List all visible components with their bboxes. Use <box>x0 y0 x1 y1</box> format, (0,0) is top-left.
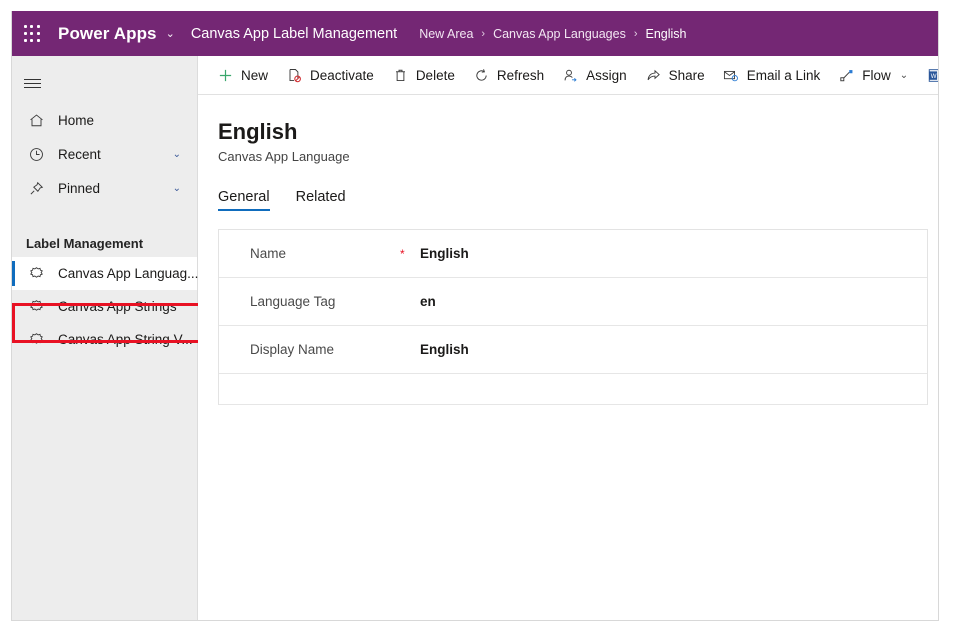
command-label: Deactivate <box>310 67 374 83</box>
field-value[interactable]: English <box>420 246 469 261</box>
email-link-icon <box>723 67 740 84</box>
share-icon <box>645 67 662 84</box>
sidebar-item-home[interactable]: Home <box>12 103 197 137</box>
page-title: English <box>218 119 298 144</box>
field-label: Name <box>250 246 287 262</box>
record-form-area: English Canvas App Language General Rela… <box>198 95 938 620</box>
chevron-right-icon: › <box>633 27 638 40</box>
brand-title: Power Apps <box>58 23 157 43</box>
refresh-button[interactable]: Refresh <box>464 56 553 94</box>
form-row-display-name: Display Name English <box>219 326 927 375</box>
sidebar-group-header: Label Management <box>26 235 144 251</box>
breadcrumb-item-entity[interactable]: Canvas App Languages <box>493 27 626 41</box>
clock-icon <box>26 144 46 164</box>
field-value[interactable]: English <box>420 342 469 357</box>
sidebar-item-label: Canvas App String V... <box>58 332 193 347</box>
sidebar-item-label: Recent <box>58 146 101 162</box>
screenshot-root: Power Apps ⌄ Canvas App Label Management… <box>0 0 953 638</box>
tab-related[interactable]: Related <box>296 189 346 211</box>
trash-icon <box>392 67 409 84</box>
record-entity-subtitle: Canvas App Language <box>218 149 350 165</box>
sidebar-item-label: Pinned <box>58 180 101 196</box>
sidebar-item-canvas-app-strings[interactable]: Canvas App Strings <box>12 290 197 323</box>
refresh-icon <box>473 67 490 84</box>
word-template-icon: W <box>926 67 938 84</box>
sidebar-item-canvas-app-string-values[interactable]: Canvas App String V... <box>12 323 197 356</box>
sidebar: Home Recent ⌄ Pinned ⌄ Label Management … <box>12 56 206 620</box>
sidebar-item-canvas-app-languages[interactable]: Canvas App Languag... <box>12 257 199 290</box>
sidebar-item-label: Canvas App Strings <box>58 299 177 314</box>
field-value[interactable]: en <box>420 294 436 309</box>
plus-icon <box>217 67 234 84</box>
chevron-down-icon[interactable]: ⌄ <box>900 70 908 81</box>
command-label: Share <box>668 67 705 83</box>
command-label: New <box>241 67 269 83</box>
breadcrumb: New Area › Canvas App Languages › Englis… <box>419 27 686 41</box>
word-template-button[interactable]: W <box>917 56 938 94</box>
chevron-down-icon[interactable]: ⌄ <box>166 27 175 40</box>
flow-icon <box>838 67 855 84</box>
form-tabs: General Related <box>218 183 928 212</box>
field-label: Language Tag <box>250 294 336 310</box>
command-label: Delete <box>415 67 455 83</box>
entity-cog-icon <box>26 264 46 284</box>
form-row-language-tag: Language Tag en <box>219 278 927 327</box>
command-label: Assign <box>586 67 627 83</box>
form-row-spacer <box>219 374 927 406</box>
power-apps-window: Power Apps ⌄ Canvas App Label Management… <box>11 11 939 621</box>
command-label: Flow <box>862 67 891 83</box>
chevron-down-icon[interactable]: ⌄ <box>173 149 181 160</box>
entity-cog-icon <box>26 330 46 350</box>
field-label: Display Name <box>250 342 335 358</box>
form-row-name: Name * English <box>219 230 927 279</box>
form-fields-card: Name * English Language Tag en Display N… <box>218 229 928 406</box>
hamburger-menu-icon[interactable] <box>24 63 64 103</box>
sidebar-item-label: Canvas App Languag... <box>58 266 199 281</box>
sidebar-item-pinned[interactable]: Pinned ⌄ <box>12 171 197 205</box>
app-header: Power Apps ⌄ Canvas App Label Management… <box>12 11 938 56</box>
chevron-right-icon: › <box>481 27 486 40</box>
assign-person-icon <box>562 67 579 84</box>
required-asterisk-icon: * <box>400 246 405 261</box>
share-button[interactable]: Share <box>636 56 714 94</box>
command-bar: New Deactivate Delete Refresh Assign Sha… <box>198 56 938 95</box>
app-name: Canvas App Label Management <box>190 25 398 42</box>
email-a-link-button[interactable]: Email a Link <box>714 56 830 94</box>
sidebar-item-recent[interactable]: Recent ⌄ <box>12 137 197 171</box>
command-label: Email a Link <box>746 67 821 83</box>
flow-button[interactable]: Flow ⌄ <box>829 56 917 94</box>
command-label: Refresh <box>496 67 545 83</box>
svg-text:W: W <box>931 72 937 79</box>
new-button[interactable]: New <box>208 56 277 94</box>
breadcrumb-item-area[interactable]: New Area <box>419 27 473 41</box>
home-icon <box>26 110 46 130</box>
chevron-down-icon[interactable]: ⌄ <box>173 183 181 194</box>
tab-general[interactable]: General <box>218 189 270 212</box>
breadcrumb-item-record: English <box>645 26 687 41</box>
sidebar-item-label: Home <box>58 112 95 128</box>
deactivate-button[interactable]: Deactivate <box>277 56 383 94</box>
deactivate-icon <box>286 67 303 84</box>
delete-button[interactable]: Delete <box>383 56 464 94</box>
entity-cog-icon <box>26 297 46 317</box>
app-launcher-waffle-icon[interactable] <box>23 25 41 43</box>
assign-button[interactable]: Assign <box>553 56 636 94</box>
pin-icon <box>26 178 46 198</box>
